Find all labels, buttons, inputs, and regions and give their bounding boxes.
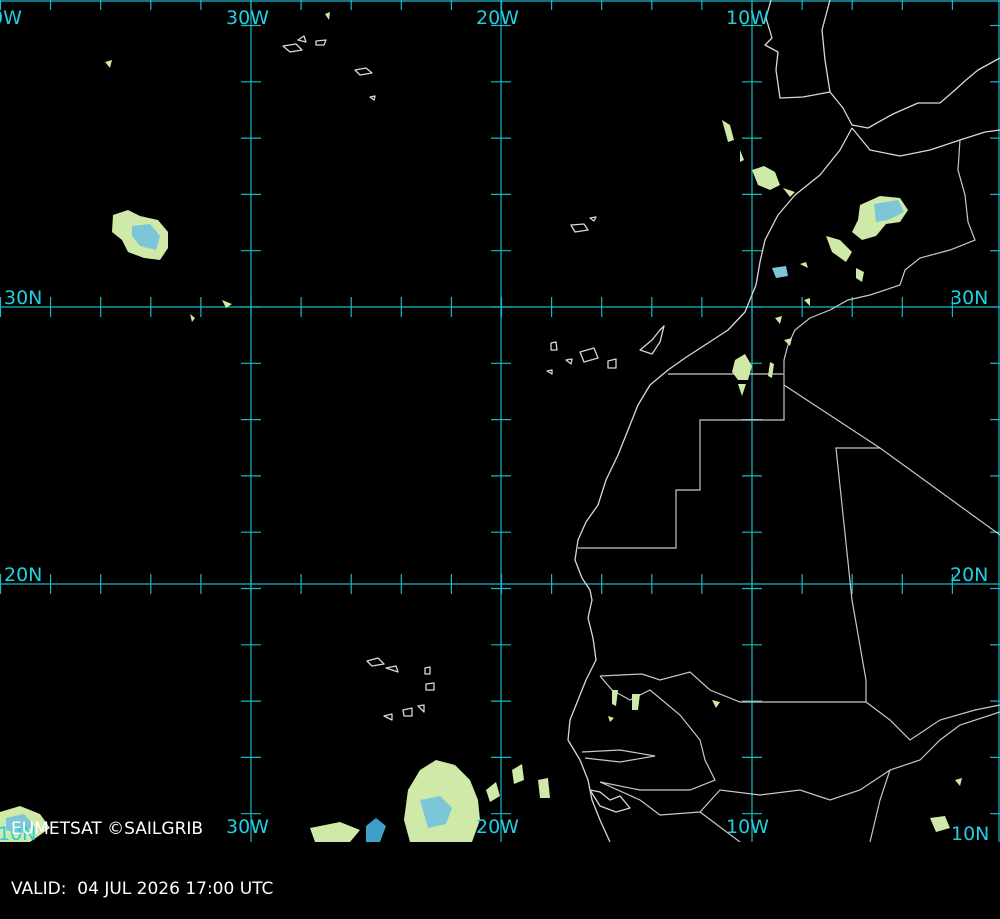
label-bottom-20w: 20W xyxy=(476,816,519,838)
label-left-20n: 20N xyxy=(4,564,42,586)
credit-overlay: EUMETSAT ©SAILGRIB VALID: 04 JUL 2026 17… xyxy=(11,779,273,919)
label-top-left-lon: 0W xyxy=(0,7,22,29)
label-top-20w: 20W xyxy=(476,7,519,29)
label-right-20n: 20N xyxy=(950,564,988,586)
label-left-30n: 30N xyxy=(4,287,42,309)
label-right-30n: 30N xyxy=(950,287,988,309)
label-bottom-right-lat: 10N xyxy=(951,823,989,842)
satellite-map[interactable]: 0W 30W 20W 10W 30N 20N 30N 20N 10N 30W 2… xyxy=(0,0,1000,842)
label-top-10w: 10W xyxy=(726,7,769,29)
label-top-30w: 30W xyxy=(226,7,269,29)
cloud-patch-south xyxy=(538,778,550,798)
label-bottom-10w: 10W xyxy=(726,816,769,838)
source-credit: EUMETSAT ©SAILGRIB xyxy=(11,819,204,839)
valid-time: VALID: 04 JUL 2026 17:00 UTC xyxy=(11,879,274,899)
